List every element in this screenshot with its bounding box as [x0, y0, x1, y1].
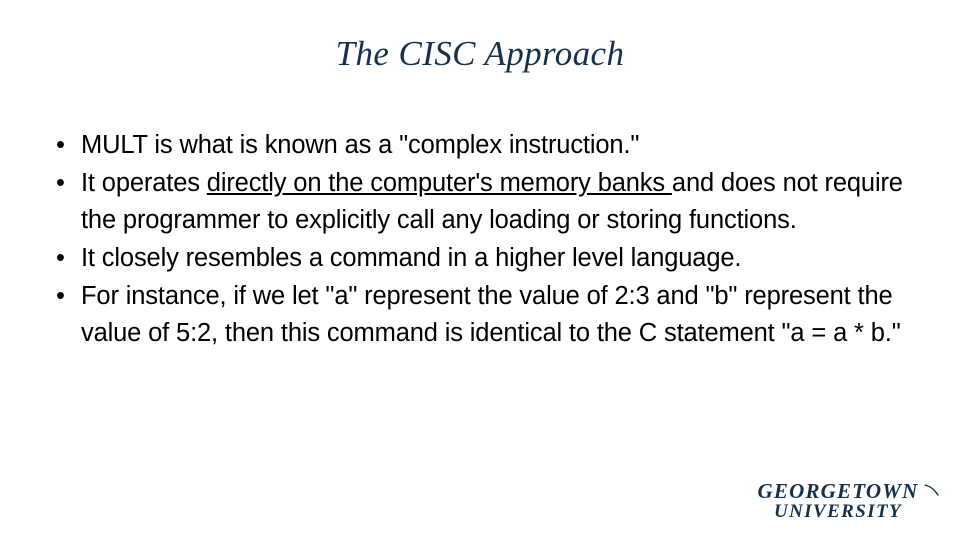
bullet-text: It operates directly on the computer's m…	[81, 169, 903, 234]
bullet-marker-icon: •	[56, 244, 65, 272]
bullet-list: • MULT is what is known as a "complex in…	[48, 127, 928, 353]
logo-wordmark-line1: GEORGETOWN	[738, 479, 939, 503]
bullet-marker-icon: •	[56, 169, 65, 197]
list-item: • It operates directly on the computer's…	[48, 165, 928, 239]
georgetown-university-logo: GEORGETOWN UNIVERSITY	[738, 479, 939, 530]
logo-wordmark-line2: UNIVERSITY	[773, 501, 903, 522]
bullet-text: MULT is what is known as a "complex inst…	[81, 131, 639, 159]
bullet-marker-icon: •	[56, 131, 65, 159]
logo-line1-text: GEORGETOWN	[757, 479, 919, 503]
list-item: • For instance, if we let "a" represent …	[48, 278, 928, 352]
bullet-segment: MULT is what is known as a "complex inst…	[81, 131, 640, 159]
bullet-segment-underlined: directly on the computer's memory banks	[206, 169, 672, 197]
list-item: • MULT is what is known as a "complex in…	[48, 127, 928, 164]
bullet-segment: It operates	[81, 169, 207, 197]
page-title: The CISC Approach	[335, 34, 625, 73]
logo-swash-icon	[924, 484, 939, 496]
bullet-segment: It closely resembles a command in a high…	[81, 244, 742, 272]
bullet-text: It closely resembles a command in a high…	[81, 244, 741, 272]
bullet-text: For instance, if we let "a" represent th…	[81, 282, 901, 347]
bullet-segment: For instance, if we let "a" represent th…	[81, 282, 901, 347]
bullet-marker-icon: •	[56, 282, 65, 310]
slide-canvas: The CISC Approach • MULT is what is know…	[0, 0, 960, 540]
list-item: • It closely resembles a command in a hi…	[48, 240, 928, 277]
